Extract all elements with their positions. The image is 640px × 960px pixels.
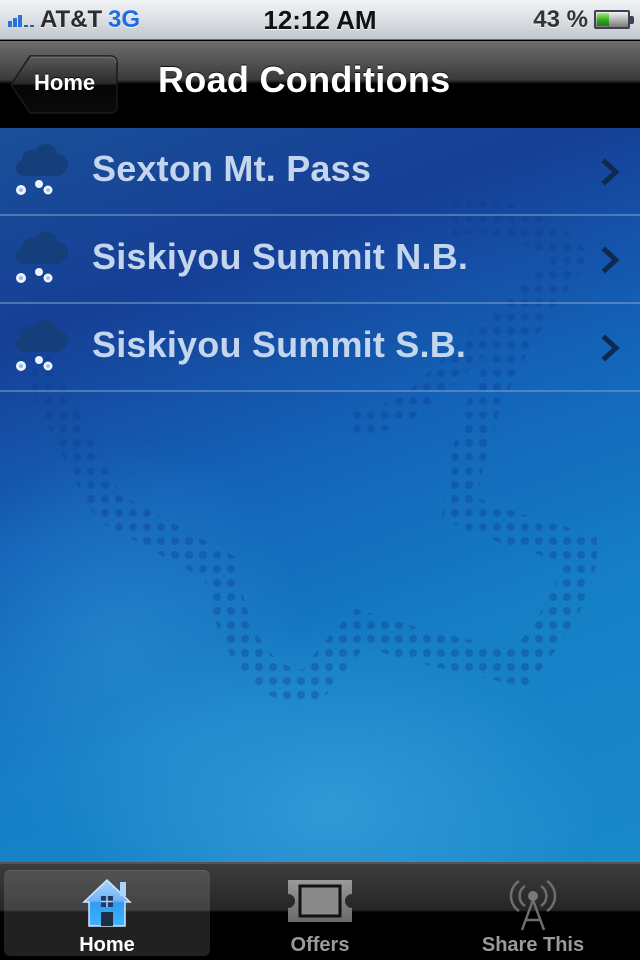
tab-label: Share This: [481, 934, 585, 956]
tab-share-this[interactable]: Share This: [430, 870, 636, 956]
tab-bar: Home Offers Share This: [0, 862, 640, 960]
list-item[interactable]: Siskiyou Summit S.B.: [0, 304, 640, 392]
tab-label: Offers: [290, 934, 350, 956]
snow-cloud-icon: [16, 144, 68, 195]
battery-icon: [594, 10, 634, 29]
back-button-label: Home: [34, 70, 96, 95]
list-item[interactable]: Siskiyou Summit N.B.: [0, 216, 640, 304]
house-icon: [82, 878, 132, 927]
chevron-right-icon: [601, 246, 620, 274]
back-button[interactable]: Home: [10, 55, 118, 114]
snow-cloud-icon: [16, 320, 68, 371]
chevron-right-icon: [601, 334, 620, 362]
list-item-label: Siskiyou Summit N.B.: [92, 236, 469, 277]
list-item-label: Sexton Mt. Pass: [92, 148, 372, 189]
list-item[interactable]: Sexton Mt. Pass: [0, 128, 640, 216]
ticket-icon: [288, 880, 352, 922]
network-type: 3G: [108, 6, 141, 33]
page-title: Road Conditions: [158, 59, 451, 100]
tab-label: Home: [79, 934, 135, 956]
tab-offers[interactable]: Offers: [217, 870, 423, 956]
carrier-name: AT&T: [40, 6, 103, 33]
list-item-label: Siskiyou Summit S.B.: [92, 324, 467, 365]
road-conditions-list: Sexton Mt. Pass Siskiyou Summit N.B. Sis…: [0, 128, 640, 862]
tab-home[interactable]: Home: [4, 870, 210, 956]
battery-percentage: 43 %: [533, 6, 588, 33]
broadcast-tower-icon: [509, 879, 557, 931]
signal-strength-icon: [8, 13, 36, 27]
chevron-right-icon: [601, 158, 620, 186]
status-bar: AT&T 3G 12:12 AM 43 %: [0, 0, 640, 40]
navigation-bar: Home Road Conditions: [0, 41, 640, 128]
snow-cloud-icon: [16, 232, 68, 283]
